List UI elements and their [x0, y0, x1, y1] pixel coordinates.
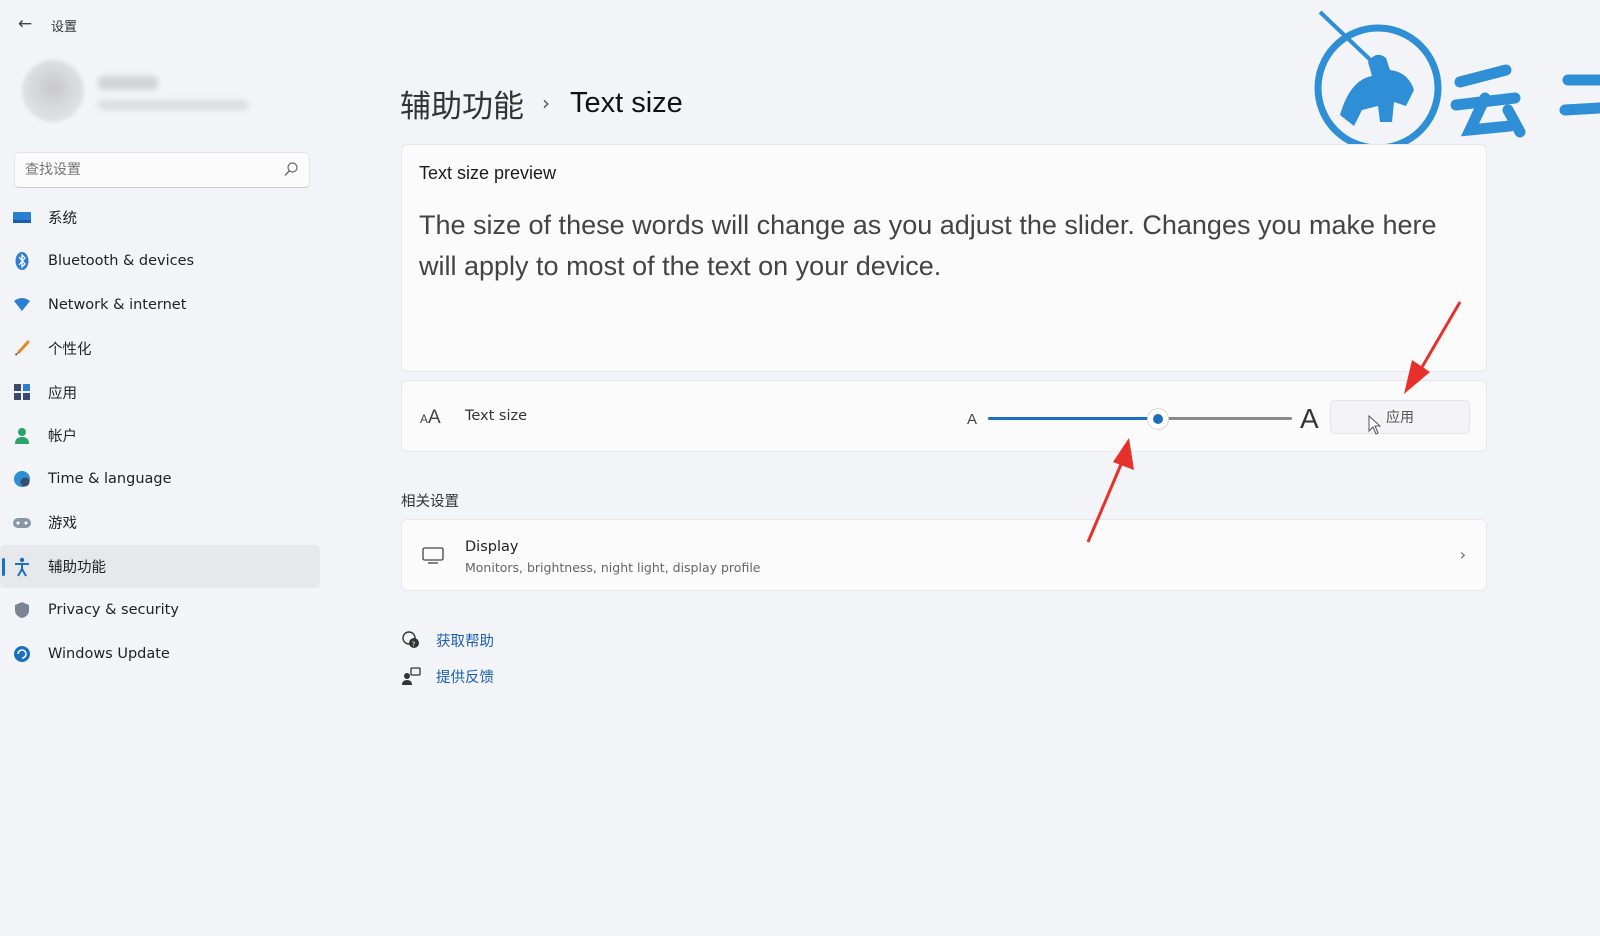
breadcrumb-separator: › — [542, 91, 550, 115]
app-title: 设置 — [51, 20, 78, 35]
sidebar-item-label: 辅助功能 — [48, 560, 106, 577]
text-size-preview-card: Text size preview The size of these word… — [401, 144, 1487, 372]
user-profile[interactable] — [22, 60, 322, 130]
sidebar-item-label: Time & language — [48, 471, 172, 488]
search-icon[interactable] — [283, 161, 299, 179]
sidebar-item-apps[interactable]: 应用 — [0, 370, 322, 414]
accessibility-icon — [12, 557, 32, 577]
slider-min-glyph: A — [967, 411, 978, 428]
display-settings-link[interactable]: Display Monitors, brightness, night ligh… — [401, 519, 1487, 591]
text-size-slider-thumb[interactable] — [1147, 408, 1170, 430]
brush-icon — [12, 339, 32, 359]
sidebar-item-accessibility[interactable]: 辅助功能 — [0, 544, 320, 589]
related-settings-heading: 相关设置 — [401, 494, 459, 510]
mouse-cursor-icon — [1368, 415, 1382, 435]
gamepad-icon — [12, 513, 32, 533]
page-title: Text size — [570, 86, 683, 119]
sidebar-item-bluetooth[interactable]: Bluetooth & devices — [0, 240, 322, 284]
profile-email-blurred — [98, 100, 248, 110]
search-input[interactable] — [25, 159, 265, 181]
sidebar-item-label: 帐户 — [48, 429, 77, 446]
avatar — [22, 60, 84, 122]
sidebar-item-label: Bluetooth & devices — [48, 253, 195, 270]
system-icon — [12, 208, 32, 228]
sidebar-item-label: 游戏 — [48, 516, 77, 533]
sidebar-item-gaming[interactable]: 游戏 — [0, 501, 322, 545]
sidebar-nav: 系统 Bluetooth & devices Network & interne… — [0, 196, 330, 676]
get-help-link[interactable]: 获取帮助 — [436, 630, 494, 651]
display-subtitle: Monitors, brightness, night light, displ… — [465, 560, 761, 575]
bluetooth-icon — [12, 251, 32, 271]
text-size-label: Text size — [465, 408, 528, 424]
sidebar-item-time-language[interactable]: Time & language — [0, 458, 322, 502]
slider-max-glyph: A — [1300, 403, 1319, 434]
apps-icon — [12, 382, 32, 402]
text-size-icon: AA — [420, 405, 446, 430]
sidebar-item-personalization[interactable]: 个性化 — [0, 327, 322, 371]
back-arrow-icon[interactable]: ← — [12, 12, 38, 36]
sidebar-item-system[interactable]: 系统 — [0, 196, 322, 240]
sidebar-item-privacy[interactable]: Privacy & security — [0, 588, 322, 632]
svg-text:A: A — [428, 407, 441, 425]
chevron-right-icon: › — [1459, 545, 1466, 564]
give-feedback-link[interactable]: 提供反馈 — [436, 666, 494, 687]
apply-button[interactable]: 应用 — [1330, 400, 1470, 434]
sidebar: 系统 Bluetooth & devices Network & interne… — [0, 48, 330, 936]
wifi-icon — [12, 295, 32, 315]
monitor-icon — [422, 547, 444, 564]
breadcrumb-parent[interactable]: 辅助功能 — [400, 81, 524, 126]
preview-title: Text size preview — [419, 163, 557, 183]
shield-icon — [12, 600, 32, 620]
sidebar-item-windows-update[interactable]: Windows Update — [0, 632, 322, 676]
display-title: Display — [465, 539, 519, 555]
get-help-row[interactable]: ? 获取帮助 — [400, 628, 494, 652]
sidebar-item-label: Network & internet — [48, 296, 187, 313]
preview-text: The size of these words will change as y… — [419, 210, 1437, 281]
feedback-icon — [400, 665, 422, 687]
search-box[interactable] — [14, 152, 310, 188]
breadcrumb: 辅助功能 › Text size — [400, 78, 683, 128]
svg-text:?: ? — [412, 641, 416, 649]
feedback-row[interactable]: 提供反馈 — [400, 664, 494, 688]
account-icon — [12, 426, 32, 446]
sidebar-item-accounts[interactable]: 帐户 — [0, 414, 322, 458]
sidebar-item-label: Windows Update — [48, 645, 170, 662]
text-size-setting-card: AA Text size A A 应用 — [401, 380, 1487, 452]
sidebar-item-network[interactable]: Network & internet — [0, 283, 322, 327]
text-size-slider-fill — [988, 417, 1149, 420]
globe-clock-icon — [12, 469, 32, 489]
svg-text:A: A — [420, 412, 428, 425]
profile-name-blurred — [98, 76, 158, 90]
update-icon — [12, 644, 32, 664]
help-icon: ? — [400, 629, 422, 651]
knight-logo-watermark — [1314, 10, 1600, 152]
sidebar-item-label: Privacy & security — [48, 602, 179, 619]
sidebar-item-label: 系统 — [48, 211, 77, 228]
sidebar-item-label: 个性化 — [48, 342, 92, 359]
text-size-slider-track[interactable] — [988, 417, 1292, 420]
sidebar-item-label: 应用 — [48, 385, 77, 402]
